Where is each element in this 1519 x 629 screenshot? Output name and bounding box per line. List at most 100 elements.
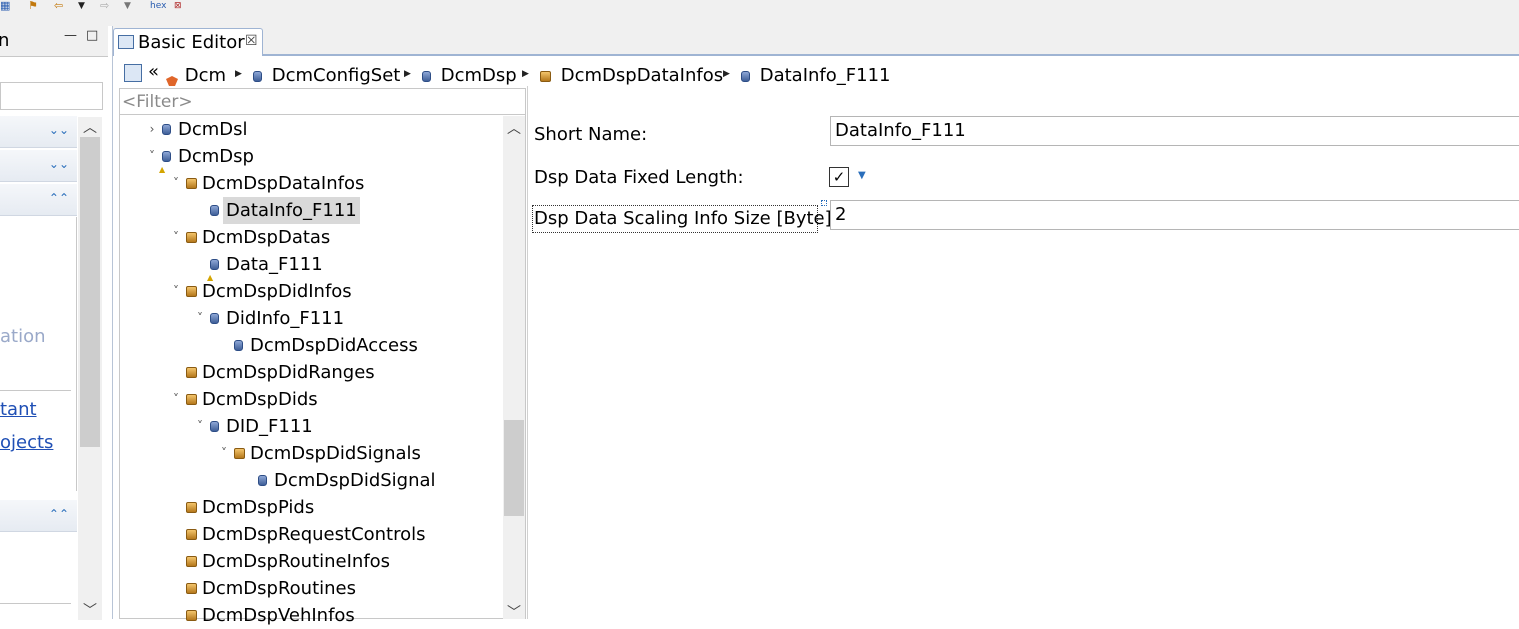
scaling-info-size-field[interactable]: 2 (830, 200, 1519, 230)
tree-item-label: DcmDspRoutines (202, 578, 356, 599)
section-header-2[interactable]: ⌄⌄ (0, 150, 77, 182)
node-icon (210, 205, 219, 216)
collapse-chevron-icon: ⌃⌃ (48, 507, 69, 521)
breadcrumb-back-button[interactable]: « (148, 61, 159, 82)
section-header-1[interactable]: ⌄⌄ (0, 116, 77, 148)
node-icon (234, 340, 243, 351)
tree-item[interactable]: DataInfo_F111 (120, 197, 500, 224)
breadcrumb-label: Dcm (184, 65, 227, 86)
left-link-objects[interactable]: ojects (0, 432, 53, 453)
tree-item[interactable]: DcmDspRoutines (120, 575, 500, 602)
scroll-up-icon[interactable]: ︿ (507, 118, 521, 138)
collapse-toggle-icon[interactable]: ˅ (146, 143, 158, 170)
minimize-button[interactable]: — (64, 28, 77, 43)
filter-input[interactable]: <Filter> (120, 89, 525, 115)
left-search-input[interactable] (0, 82, 103, 110)
left-link-assistant[interactable]: tant (0, 399, 37, 420)
expand-toggle-icon[interactable]: › (146, 116, 158, 143)
tree-item-label: DcmDspDatas (202, 227, 331, 248)
tree-item[interactable]: DcmDspDidRanges (120, 359, 500, 386)
tree-scrollbar-thumb[interactable] (504, 420, 524, 516)
container-icon (186, 286, 197, 297)
module-icon (165, 70, 179, 86)
tree-item[interactable]: DcmDspDidSignal (120, 467, 500, 494)
scroll-down-icon[interactable]: ﹀ (83, 600, 97, 620)
tree-item[interactable]: › DcmDsl (120, 116, 500, 143)
basic-editor: Basic Editor ☒ « Dcm ▶ DcmConfigSet ▶ Dc… (112, 26, 1519, 626)
tree-item[interactable]: ˅ ▲ DcmDsp (120, 143, 500, 174)
outline-toggle-icon[interactable] (124, 64, 142, 82)
info-marker-icon (821, 200, 827, 206)
breadcrumb-item-dcm[interactable]: Dcm (165, 64, 226, 88)
hex-icon[interactable]: hex (150, 0, 166, 12)
node-icon (253, 70, 262, 82)
forward-dropdown-icon[interactable]: ▼ (124, 0, 131, 12)
tree-item[interactable]: ˅ DcmDspDids (120, 386, 500, 413)
fixed-length-checkbox[interactable]: ✓ (829, 167, 849, 187)
tree-item[interactable]: ˅ DcmDspDidInfos (120, 278, 500, 305)
tree-item-label: DcmDspDidAccess (250, 335, 418, 356)
breadcrumb-separator-icon: ▶ (235, 69, 242, 79)
collapse-toggle-icon[interactable]: ˅ (170, 170, 182, 197)
back-arrow-icon[interactable]: ⇦ (54, 0, 63, 12)
forward-arrow-icon[interactable]: ⇨ (100, 0, 109, 12)
scaling-info-size-label: Dsp Data Scaling Info Size [Byte]: (534, 208, 838, 229)
breadcrumb-item-dcmdspdatainfos[interactable]: DcmDspDataInfos (540, 64, 723, 88)
collapse-toggle-icon[interactable]: ˅ (170, 386, 182, 413)
left-scrollbar-thumb[interactable] (80, 137, 100, 447)
container-icon (186, 394, 197, 405)
dropdown-arrow-icon[interactable]: ▼ (78, 0, 85, 12)
short-name-label: Short Name: (534, 124, 648, 145)
section-header-3[interactable]: ⌃⌃ (0, 184, 77, 216)
tree-item-label: DcmDsl (178, 119, 248, 140)
container-icon (186, 556, 197, 567)
tree-item[interactable]: DcmDspPids (120, 494, 500, 521)
breadcrumb-label: DataInfo_F111 (759, 65, 891, 86)
breadcrumb-label: DcmDsp (440, 65, 517, 86)
node-icon (162, 124, 171, 135)
tree-item-label: DcmDsp (178, 146, 254, 167)
tree-item-label: DcmDspDidRanges (202, 362, 375, 383)
divider (0, 390, 71, 391)
breadcrumb-item-datainfo-f111[interactable]: DataInfo_F111 (741, 64, 891, 88)
maximize-button[interactable]: □ (86, 28, 98, 43)
left-scrollbar[interactable]: ︿ ﹀ (78, 117, 102, 620)
collapse-toggle-icon[interactable]: ˅ (170, 224, 182, 251)
tree-item[interactable]: ▲ Data_F111 (120, 251, 500, 282)
nav-flag-icon[interactable]: ⚑ (28, 0, 38, 12)
navigator-icon[interactable]: ▦ (0, 0, 14, 12)
collapse-toggle-icon[interactable]: ˅ (218, 440, 230, 467)
tree-item-label: DcmDspDidSignal (274, 470, 436, 491)
binary-icon[interactable]: ⊠ (174, 0, 182, 12)
tree-item[interactable]: ˅ DID_F111 (120, 413, 500, 440)
tree-item[interactable]: ˅ DcmDspDatas (120, 224, 500, 251)
collapse-toggle-icon[interactable]: ˅ (170, 278, 182, 305)
dropdown-arrow-icon[interactable]: ▼ (858, 170, 866, 181)
container-icon (186, 529, 197, 540)
tree-item[interactable]: DcmDspDidAccess (120, 332, 500, 359)
close-tab-icon[interactable]: ☒ (245, 33, 258, 49)
breadcrumb-separator-icon: ▶ (723, 69, 730, 79)
breadcrumb-item-dcmconfigset[interactable]: DcmConfigSet (253, 64, 400, 88)
scroll-up-icon[interactable]: ︿ (83, 117, 97, 137)
collapse-toggle-icon[interactable]: ˅ (194, 413, 206, 440)
tree-item[interactable]: ˅ DidInfo_F111 (120, 305, 500, 332)
tree-item-label: DcmDspVehInfos (202, 605, 355, 626)
tree-item-label: Data_F111 (226, 254, 323, 275)
tree-item[interactable]: ˅ DcmDspDataInfos (120, 170, 500, 197)
tree-item[interactable]: ˅ DcmDspDidSignals (120, 440, 500, 467)
breadcrumb-label: DcmDspDataInfos (560, 65, 724, 86)
tree-item[interactable]: DcmDspVehInfos (120, 602, 500, 629)
tab-basic-editor[interactable]: Basic Editor ☒ (113, 28, 263, 56)
breadcrumb-item-dcmdsp[interactable]: DcmDsp (422, 64, 517, 88)
section-header-4[interactable]: ⌃⌃ (0, 500, 77, 532)
container-icon (540, 70, 551, 82)
tree-item[interactable]: DcmDspRoutineInfos (120, 548, 500, 575)
collapse-toggle-icon[interactable]: ˅ (194, 305, 206, 332)
left-view-tab[interactable]: n Re... (0, 26, 50, 81)
tree-scrollbar[interactable]: ︿ ﹀ (503, 116, 525, 622)
editor-tab-bar: Basic Editor ☒ (113, 26, 1519, 56)
scroll-down-icon[interactable]: ﹀ (507, 602, 521, 622)
short-name-field[interactable]: DataInfo_F111 (830, 116, 1519, 146)
tree-item[interactable]: DcmDspRequestControls (120, 521, 500, 548)
